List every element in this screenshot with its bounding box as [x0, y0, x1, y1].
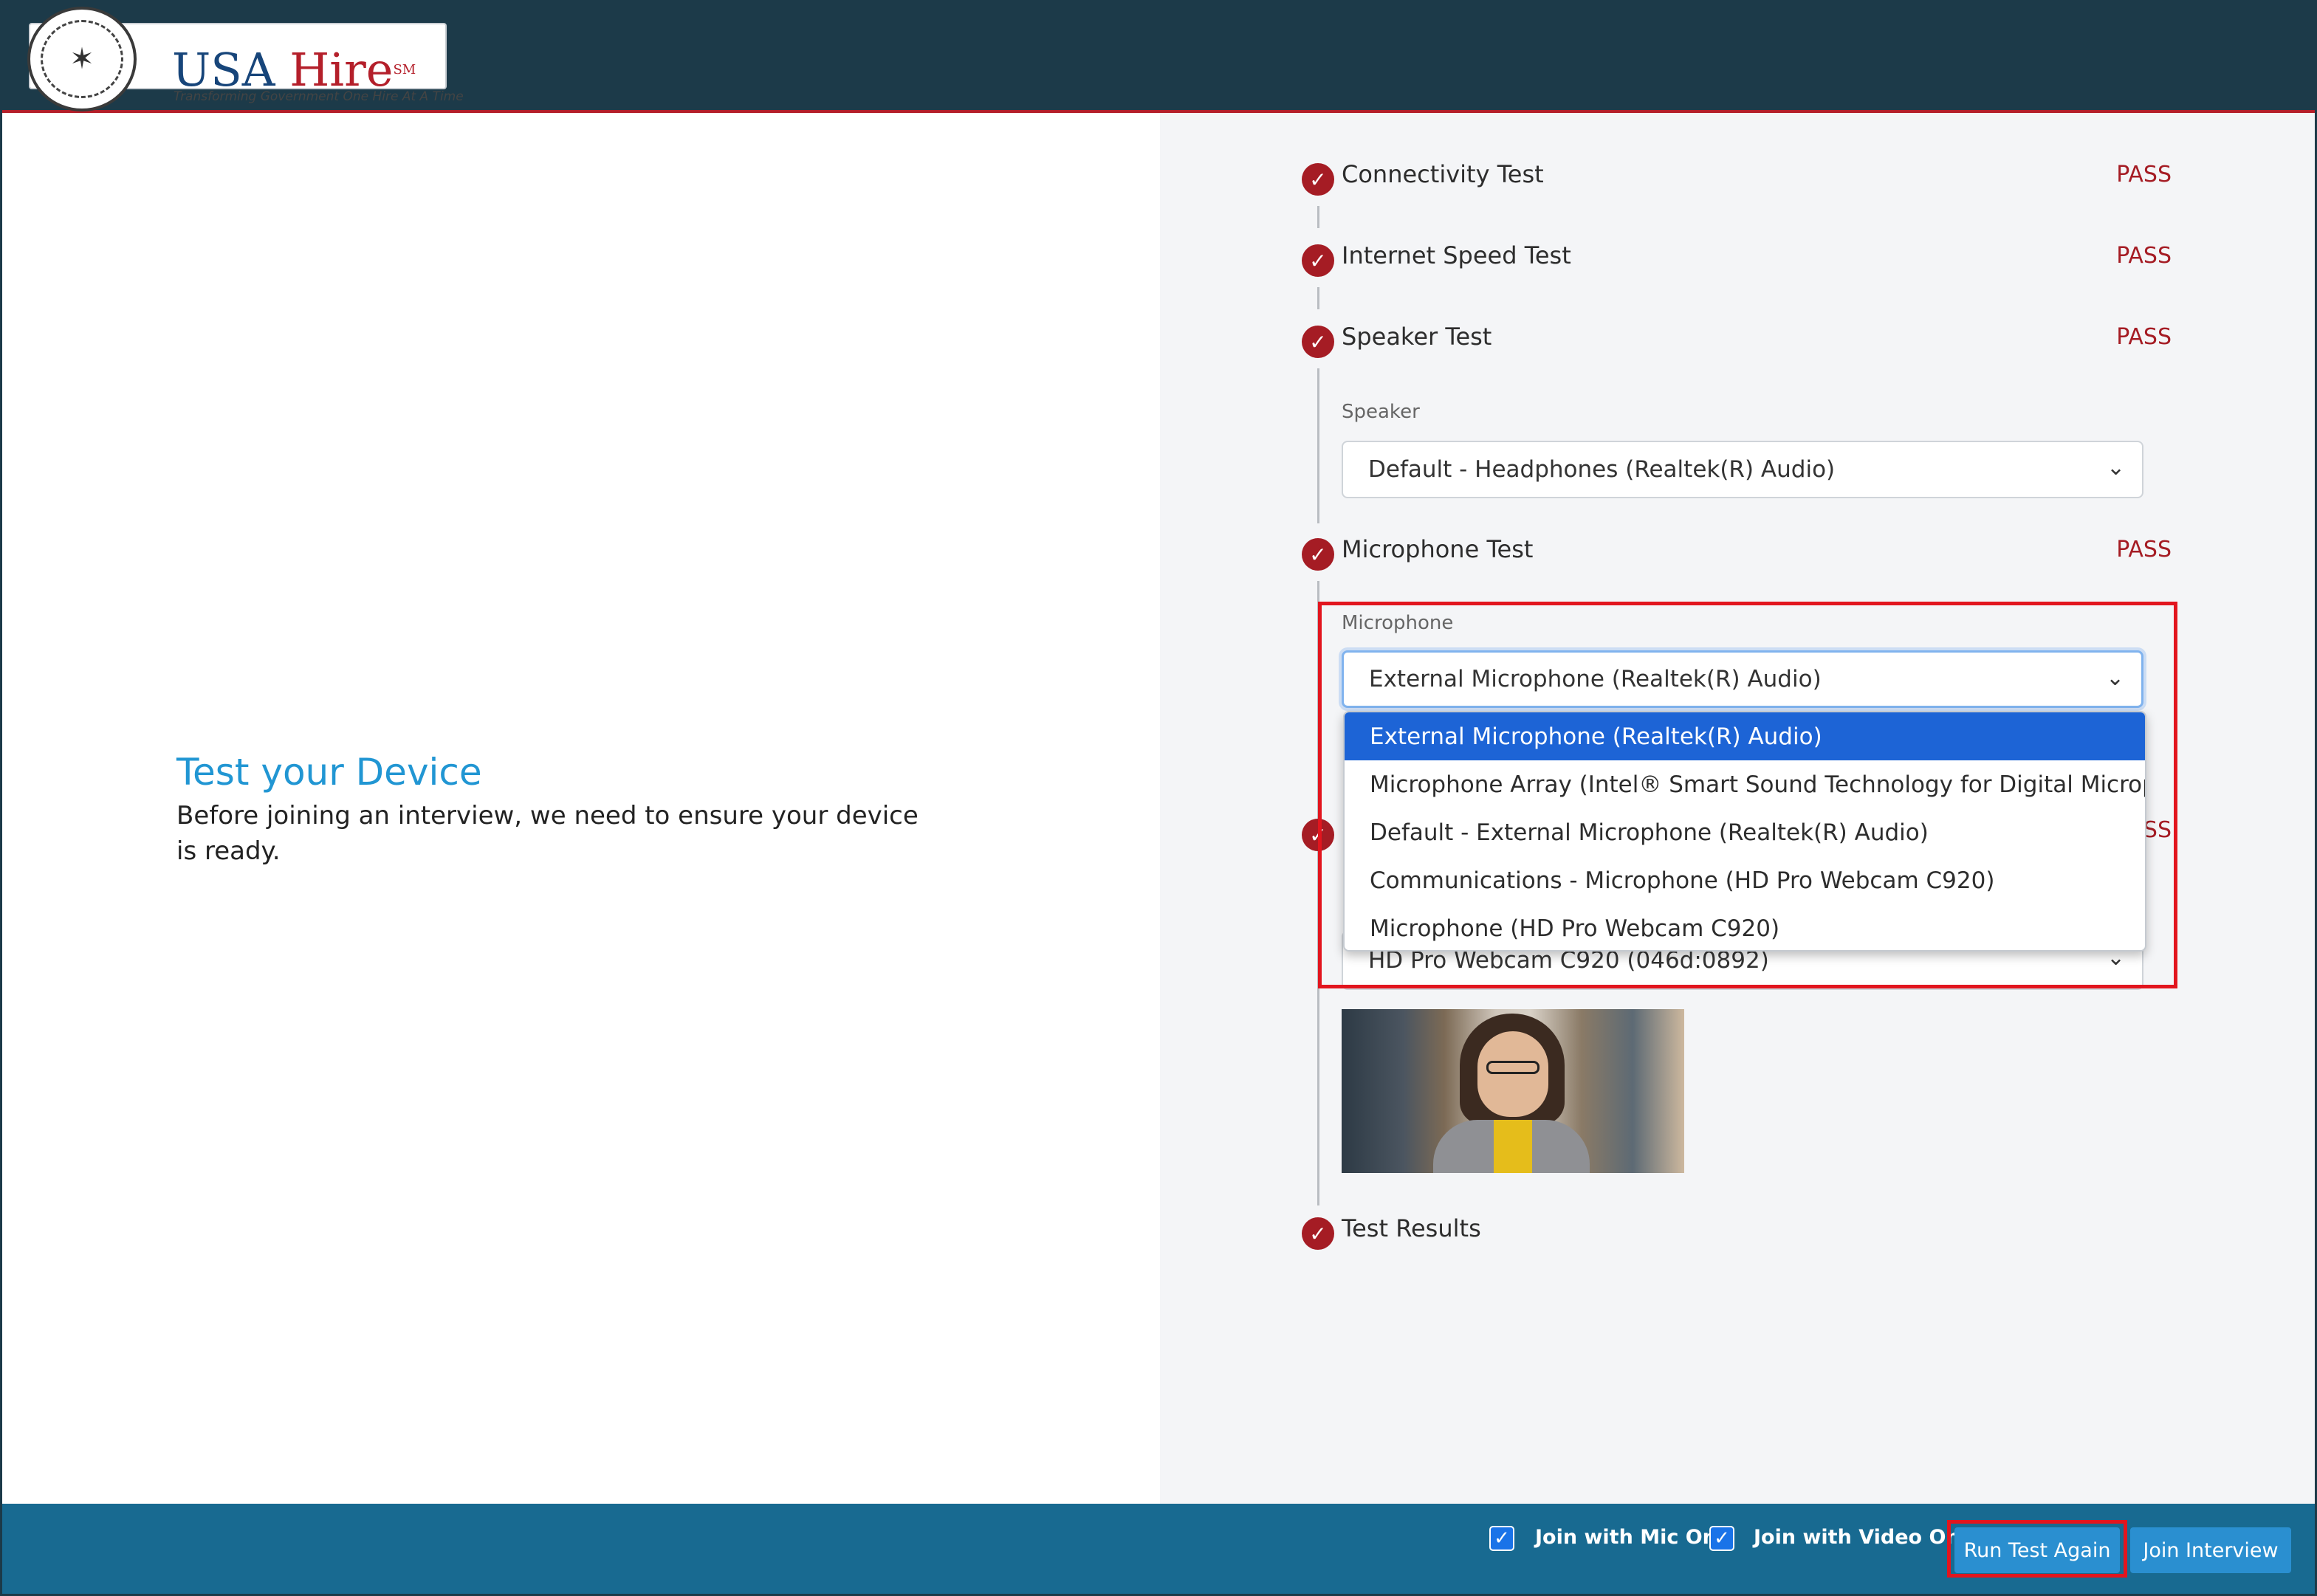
speaker-field-label: Speaker: [1342, 401, 1420, 423]
run-test-again-button[interactable]: Run Test Again: [1954, 1527, 2120, 1573]
mic-on-checkbox[interactable]: ✓: [1489, 1526, 1514, 1551]
preview-shirt: [1494, 1120, 1532, 1173]
microphone-option[interactable]: Microphone Array (Intel® Smart Sound Tec…: [1345, 760, 2145, 808]
logo-sm-mark: SM: [393, 62, 416, 78]
chevron-down-icon: ⌄: [2107, 455, 2126, 481]
preview-face: [1477, 1031, 1548, 1117]
browser-window: USA HireSM Transforming Government One H…: [0, 0, 2317, 1596]
check-icon: ✓: [1302, 163, 1334, 196]
timeline-connector: [1317, 206, 1319, 228]
microphone-dropdown-list: External Microphone (Realtek(R) Audio) M…: [1343, 711, 2146, 952]
join-interview-button[interactable]: Join Interview: [2130, 1527, 2291, 1573]
timeline-connector: [1317, 287, 1319, 309]
check-icon: ✓: [1302, 538, 1334, 571]
step-label-internet-speed: Internet Speed Test: [1342, 241, 1571, 269]
page-description: Before joining an interview, we need to …: [176, 801, 919, 866]
step-status-speaker: PASS: [2116, 324, 2172, 350]
seal-eagle-icon: ✶: [41, 20, 123, 98]
microphone-option[interactable]: Communications - Microphone (HD Pro Webc…: [1345, 856, 2145, 904]
preview-glasses: [1486, 1061, 1539, 1074]
timeline-connector: [1317, 368, 1319, 523]
check-icon: ✓: [1302, 244, 1334, 277]
step-label-connectivity: Connectivity Test: [1342, 160, 1544, 188]
video-on-checkbox[interactable]: ✓: [1709, 1526, 1734, 1551]
step-label-microphone: Microphone Test: [1342, 535, 1534, 563]
microphone-select-value: External Microphone (Realtek(R) Audio): [1369, 666, 1822, 692]
logo-title: USA HireSM: [172, 47, 416, 94]
check-icon: ✓: [1302, 1217, 1334, 1250]
microphone-option[interactable]: External Microphone (Realtek(R) Audio): [1345, 712, 2145, 760]
speaker-select[interactable]: Default - Headphones (Realtek(R) Audio) …: [1342, 441, 2143, 498]
step-status-connectivity: PASS: [2116, 162, 2172, 188]
chevron-down-icon: ⌄: [2106, 665, 2125, 691]
page-title: Test your Device: [176, 751, 482, 794]
microphone-option[interactable]: Default - External Microphone (Realtek(R…: [1345, 808, 2145, 856]
step-status-internet-speed: PASS: [2116, 243, 2172, 269]
video-on-label: Join with Video On: [1754, 1526, 1960, 1549]
microphone-field-label: Microphone: [1342, 612, 1454, 634]
step-label-speaker: Speaker Test: [1342, 323, 1492, 351]
speaker-select-value: Default - Headphones (Realtek(R) Audio): [1368, 456, 1836, 483]
step-label-test-results: Test Results: [1342, 1214, 1481, 1242]
logo-tagline: Transforming Government One Hire At A Ti…: [174, 89, 464, 104]
step-status-microphone: PASS: [2116, 537, 2172, 563]
site-header: USA HireSM Transforming Government One H…: [2, 2, 2315, 113]
opm-seal-icon: ✶: [27, 7, 137, 111]
mic-on-label: Join with Mic On: [1535, 1526, 1717, 1549]
microphone-option[interactable]: Microphone (HD Pro Webcam C920): [1345, 904, 2145, 950]
webcam-preview: [1342, 1009, 1684, 1173]
microphone-select[interactable]: External Microphone (Realtek(R) Audio) ⌄: [1342, 650, 2143, 708]
check-icon: ✓: [1302, 326, 1334, 358]
